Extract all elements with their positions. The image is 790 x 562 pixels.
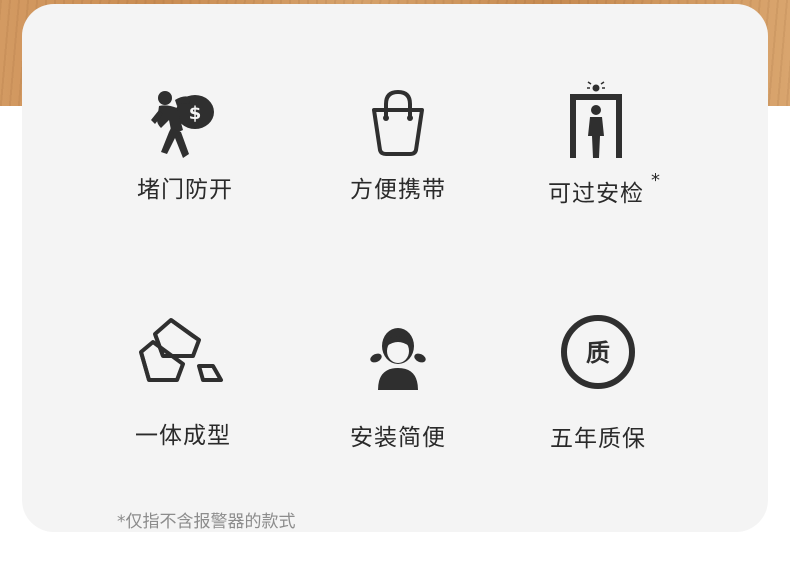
footnote: *仅指不含报警器的款式 (117, 512, 296, 532)
feature-label: 堵门防开 (137, 177, 233, 203)
feature-block-portable: 方便携带 (298, 86, 498, 204)
feature-block-warranty: 质 五年质保 (498, 313, 698, 453)
shopping-bag-icon (372, 90, 424, 156)
badge-text: 质 (586, 339, 610, 367)
feature-block-security-check: 可过安检 * (496, 80, 696, 208)
metal-bars-icon (139, 318, 223, 382)
feature-label: 安装简便 (350, 425, 446, 451)
girl-icon (370, 328, 426, 390)
security-gate-icon (570, 81, 622, 158)
feature-label: 方便携带 (350, 177, 446, 203)
footnote-marker: * (651, 170, 660, 191)
feature-label: 一体成型 (135, 423, 231, 449)
feature-block-one-piece: 一体成型 (83, 316, 283, 450)
feature-label: 可过安检 (548, 181, 644, 207)
quality-badge-icon: 质 (561, 315, 635, 389)
feature-block-easy-install: 安装简便 (298, 324, 498, 452)
feature-block-prevent-opening: $ 堵门防开 (85, 84, 285, 204)
thief-money-bag-icon: $ (151, 91, 214, 158)
svg-text:$: $ (189, 103, 202, 124)
feature-label: 五年质保 (550, 426, 646, 452)
